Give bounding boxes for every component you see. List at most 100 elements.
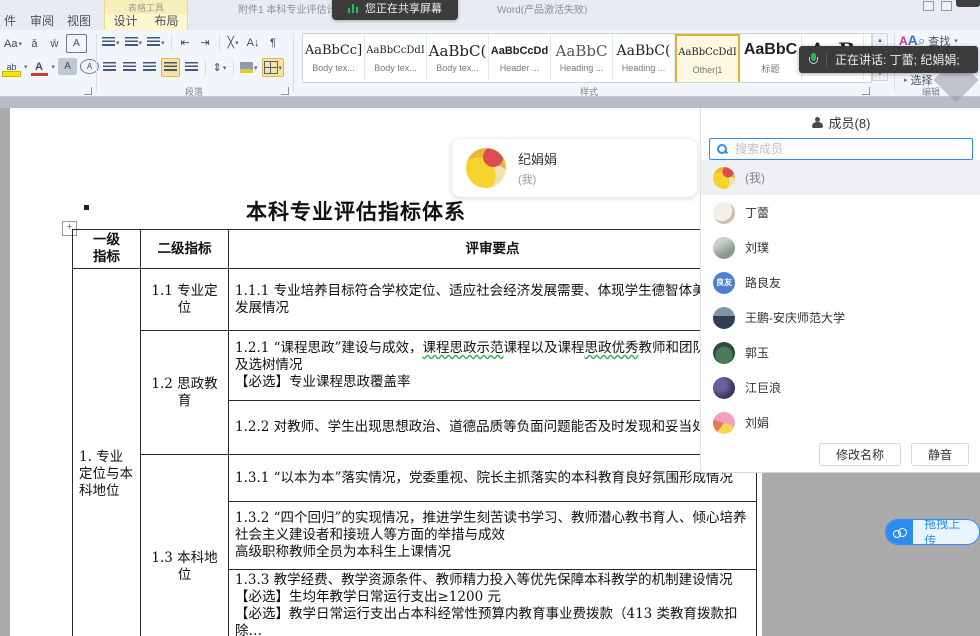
table-row: 1.2 思政教育 1.2.1 “课程思政”建设与成效，课程思政示范课程以及课程思… bbox=[73, 331, 757, 401]
participant-card[interactable]: 纪娟娟 (我) bbox=[452, 139, 697, 197]
align-right-icon[interactable] bbox=[141, 59, 158, 76]
style-card[interactable]: AaBbCcDdI Body tex... bbox=[365, 34, 427, 80]
cell-point-121: 1.2.1 “课程思政”建设与成效，课程思政示范课程以及课程思政优秀教师和团队的… bbox=[229, 331, 757, 401]
paragraph-group-row2: ⇕▾ ▾ ▾ bbox=[101, 58, 284, 77]
member-row[interactable]: 丁蕾 bbox=[701, 195, 980, 230]
table-header-row: 一级指标 二级指标 评审要点 bbox=[73, 230, 757, 269]
table-row: 1. 专业定位与本科地位 1.1 专业定位 1.1.1 专业培养目标符合学校定位… bbox=[73, 269, 757, 331]
cell-point-122: 1.2.2 对教师、学生出现思想政治、道德品质等负面问题能否及时发现和妥当处置情… bbox=[229, 401, 757, 455]
line-spacing-icon[interactable]: ⇕▾ bbox=[211, 59, 228, 76]
style-card[interactable]: AaBbCcDd Header ... bbox=[489, 34, 551, 80]
table-row: 1.3 本科地位 1.3.1 “以本为本”落实情况，党委重视、院长主抓落实的本科… bbox=[73, 455, 757, 502]
bullets-icon[interactable]: ▾ bbox=[101, 34, 121, 51]
font-color-icon[interactable]: A bbox=[31, 58, 48, 75]
members-panel-footer: 修改名称 静音 bbox=[819, 443, 969, 466]
member-list: (我) 丁蕾 刘璞 良友 路良友 王鹏-安庆师范大学 郭玉 bbox=[701, 160, 980, 446]
phonetic-guide-icon[interactable]: ǎ bbox=[26, 35, 43, 52]
character-scale-icon[interactable]: ẅ bbox=[46, 35, 63, 52]
document-top-margin bbox=[0, 97, 980, 108]
weiyun-cloud-icon bbox=[886, 520, 913, 544]
align-left-icon[interactable] bbox=[101, 59, 118, 76]
cell-level2-11: 1.1 专业定位 bbox=[141, 269, 229, 331]
style-card[interactable]: AaBbC 标题 bbox=[740, 34, 802, 80]
sharing-pill-label: 您正在共享屏幕 bbox=[365, 0, 442, 16]
avatar-initials: 良友 bbox=[713, 272, 735, 294]
header-points: 评审要点 bbox=[229, 230, 757, 269]
style-card-selected[interactable]: AaBbCcDdI Other|1 bbox=[675, 34, 740, 83]
search-input[interactable] bbox=[733, 141, 965, 157]
header-level1: 一级指标 bbox=[73, 230, 141, 269]
rename-button[interactable]: 修改名称 bbox=[819, 443, 901, 466]
member-row[interactable]: 郭玉 bbox=[701, 335, 980, 370]
avatar bbox=[713, 202, 735, 224]
font-color-caret[interactable]: ▾ bbox=[52, 63, 56, 71]
style-card[interactable]: AaBbC( Body tex... bbox=[427, 34, 489, 80]
font-dialog-launcher[interactable] bbox=[84, 87, 92, 95]
align-center-icon[interactable] bbox=[121, 59, 138, 76]
multilevel-list-icon[interactable]: ▾ bbox=[146, 34, 166, 51]
tab-table-design[interactable]: 设计 bbox=[105, 14, 146, 30]
participant-name: 纪娟娟 bbox=[518, 149, 557, 168]
highlight-color-icon[interactable]: ab bbox=[3, 58, 20, 75]
style-card[interactable]: AaBbC( Heading ... bbox=[613, 34, 675, 80]
style-card[interactable]: AaBbCc] Body tex... bbox=[303, 34, 365, 80]
numbering-icon[interactable]: ▾ bbox=[124, 34, 144, 51]
cell-point-133: 1.3.3 教学经费、教学资源条件、教师精力投入等优先保障本科教学的机制建设情况… bbox=[229, 570, 757, 636]
avatar bbox=[713, 412, 735, 434]
member-row[interactable]: 刘娟 bbox=[701, 405, 980, 440]
tab-table-layout[interactable]: 布局 bbox=[146, 14, 187, 30]
paragraph-group-label: 段落 bbox=[185, 85, 203, 98]
paragraph-dialog-launcher[interactable] bbox=[281, 87, 289, 95]
character-border-icon[interactable]: A bbox=[66, 34, 87, 53]
member-search-box[interactable] bbox=[709, 138, 973, 160]
members-title: 成员(8) bbox=[829, 113, 871, 132]
microphone-icon bbox=[809, 53, 818, 67]
avatar bbox=[713, 342, 735, 364]
tab-review[interactable]: 审阅 bbox=[30, 14, 54, 30]
styles-dialog-launcher[interactable] bbox=[862, 87, 870, 95]
increase-indent-icon[interactable]: ⇥ bbox=[197, 34, 214, 51]
window-maximize-icon[interactable] bbox=[941, 1, 952, 11]
member-row-self[interactable]: (我) bbox=[701, 160, 980, 195]
screen-sharing-pill: 您正在共享屏幕 bbox=[332, 0, 458, 20]
asian-layout-icon[interactable]: ╳▾ bbox=[225, 34, 242, 51]
decrease-indent-icon[interactable]: ⇤ bbox=[177, 34, 194, 51]
cell-level1: 1. 专业定位与本科地位 bbox=[73, 269, 141, 636]
member-row[interactable]: 刘璞 bbox=[701, 230, 980, 265]
justify-icon[interactable] bbox=[161, 58, 180, 77]
member-row[interactable]: 江巨浪 bbox=[701, 370, 980, 405]
sort-icon[interactable]: A↓ bbox=[245, 34, 262, 51]
cell-point-132: 1.3.2 “四个回归”的实现情况，推进学生刻苦读书学习、教师潜心教书育人、倾心… bbox=[229, 502, 757, 570]
ribbon-tab-row: 件 审阅 视图 表格工具 设计 布局 bbox=[0, 14, 980, 30]
header-level2: 二级指标 bbox=[141, 230, 229, 269]
character-shading-icon[interactable]: A bbox=[58, 58, 77, 75]
mute-button[interactable]: 静音 bbox=[911, 443, 969, 466]
member-row[interactable]: 良友 路良友 bbox=[701, 265, 980, 300]
borders-icon[interactable]: ▾ bbox=[262, 58, 285, 77]
distribute-icon[interactable] bbox=[183, 59, 200, 76]
tab-view[interactable]: 视图 bbox=[67, 14, 91, 30]
style-card[interactable]: AaBbC Heading ... bbox=[551, 34, 613, 80]
search-icon bbox=[717, 144, 727, 154]
avatar bbox=[713, 307, 735, 329]
drag-upload-pill[interactable]: 拖拽上传 bbox=[885, 519, 980, 545]
table-tools-header: 表格工具 bbox=[104, 0, 188, 14]
members-panel-header: 成员(8) bbox=[701, 108, 980, 136]
shading-icon[interactable]: ▾ bbox=[239, 59, 259, 76]
show-marks-icon[interactable]: ¶ bbox=[265, 34, 282, 51]
highlight-color-caret[interactable]: ▾ bbox=[24, 63, 28, 71]
styles-group-label: 样式 bbox=[580, 85, 598, 98]
member-row[interactable]: 王鹏-安庆师范大学 bbox=[701, 300, 980, 335]
screen: 附件1 本科专业评估计 Word(产品激活失败) 您正在共享屏幕 件 审阅 视图… bbox=[0, 0, 980, 636]
window-restore-icon[interactable] bbox=[923, 1, 934, 11]
members-panel: 成员(8) (我) 丁蕾 刘璞 良友 路良友 bbox=[700, 108, 980, 473]
font-group-row2: ab▾ A▾ A A bbox=[3, 58, 99, 75]
cell-point-131: 1.3.1 “以本为本”落实情况，党委重视、院长主抓落实的本科教育良好氛围形成情… bbox=[229, 455, 757, 502]
tab-mailings[interactable]: 件 bbox=[4, 14, 16, 30]
paragraph-group-row1: ▾ ▾ ▾ ⇤ ⇥ ╳▾ A↓ ¶ bbox=[101, 34, 282, 51]
table-tools-tabs: 设计 布局 bbox=[104, 14, 188, 30]
change-case-button[interactable]: Aa▾ bbox=[3, 35, 23, 52]
members-icon bbox=[812, 117, 823, 128]
drag-upload-label: 拖拽上传 bbox=[913, 520, 979, 544]
avatar bbox=[713, 167, 735, 189]
